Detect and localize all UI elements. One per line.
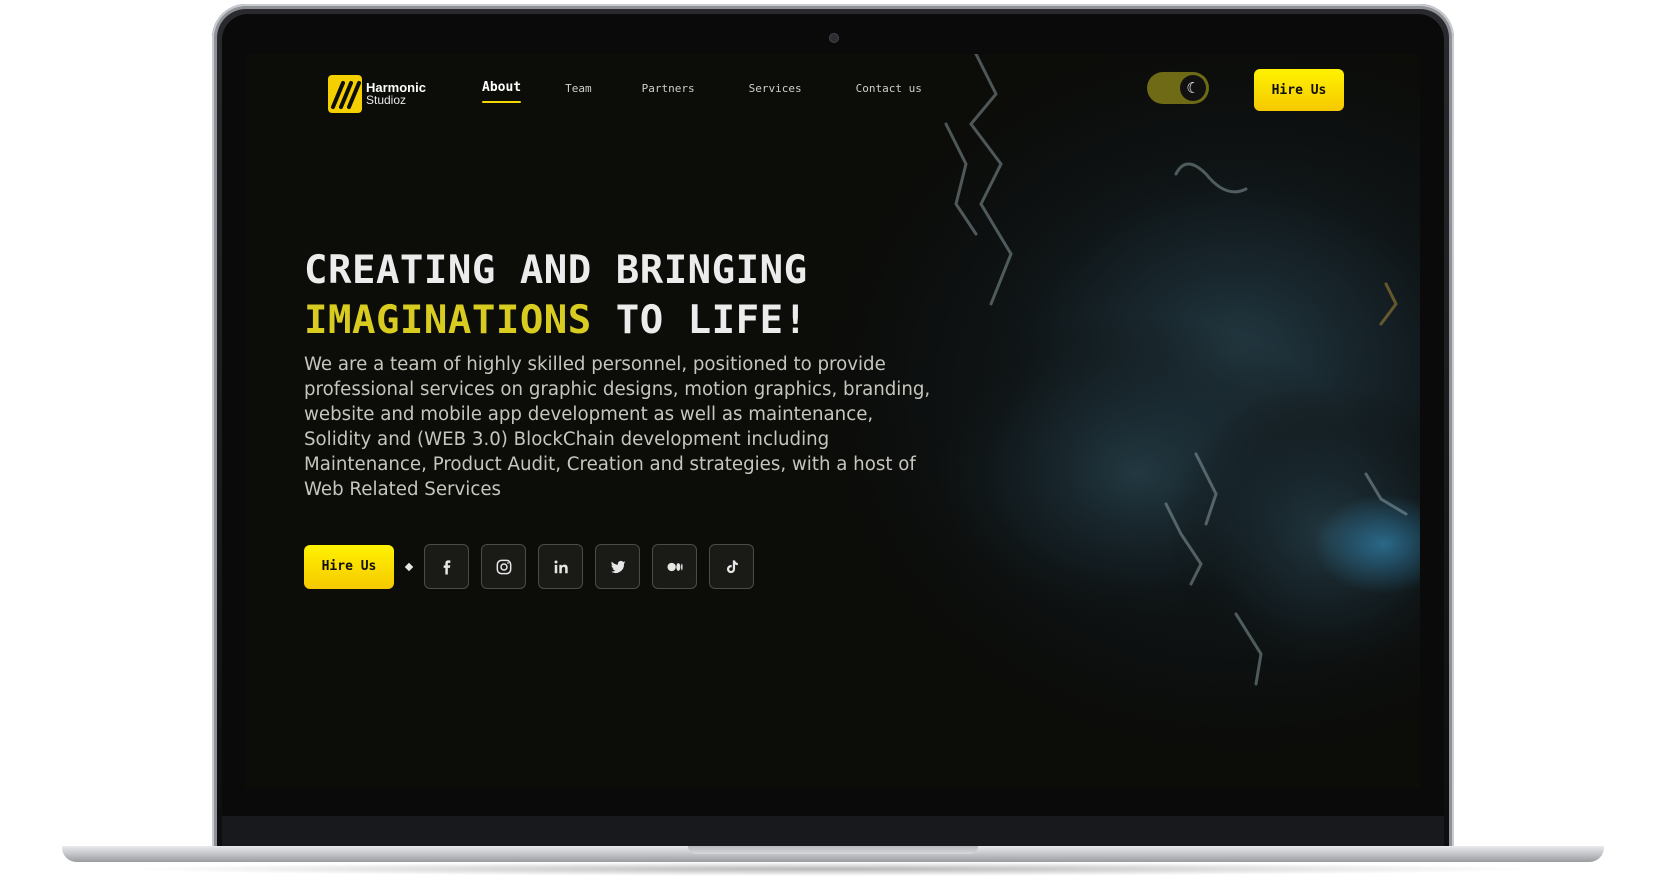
nav-link-about[interactable]: About	[482, 80, 522, 103]
hero-description: We are a team of highly skilled personne…	[304, 354, 931, 500]
screen-bottom-bezel	[222, 816, 1444, 846]
nav-link-team[interactable]: Team	[565, 82, 592, 97]
laptop-base-notch	[688, 846, 978, 854]
headline-line2: TO LIFE!	[591, 298, 808, 343]
nav-link-contact[interactable]: Contact us	[856, 82, 922, 97]
website-screen: Harmonic Studioz About Team Partners Ser…	[246, 54, 1420, 788]
twitter-button[interactable]	[595, 544, 640, 589]
tiktok-button[interactable]	[709, 544, 754, 589]
theme-toggle[interactable]: ☾	[1147, 72, 1209, 104]
facebook-button[interactable]	[424, 544, 469, 589]
medium-icon	[667, 562, 683, 571]
hero-actions: Hire Us	[304, 544, 754, 589]
separator-dot	[404, 562, 414, 571]
headline-line1: CREATING AND BRINGING	[304, 248, 808, 293]
nav-link-partners[interactable]: Partners	[642, 82, 695, 97]
logo-name-line2: Studioz	[366, 93, 407, 107]
hire-us-header-button[interactable]: Hire Us	[1254, 69, 1344, 111]
instagram-button[interactable]	[481, 544, 526, 589]
moon-icon: ☾	[1180, 75, 1206, 101]
medium-button[interactable]	[652, 544, 697, 589]
hero-headline: CREATING AND BRINGING IMAGINATIONS TO LI…	[304, 246, 808, 346]
headline-highlight: IMAGINATIONS	[304, 298, 592, 343]
facebook-icon	[443, 559, 450, 574]
webcam-dot	[829, 33, 839, 43]
nav-link-services[interactable]: Services	[749, 82, 802, 97]
linkedin-icon	[554, 560, 568, 573]
hire-us-hero-button[interactable]: Hire Us	[304, 544, 394, 589]
logo-mark-icon	[328, 75, 362, 113]
brand-logo[interactable]: Harmonic Studioz	[328, 75, 426, 113]
tiktok-icon	[726, 559, 738, 573]
linkedin-button[interactable]	[538, 544, 583, 589]
twitter-icon	[610, 560, 625, 573]
instagram-icon	[496, 559, 511, 574]
laptop-shadow	[120, 862, 1546, 876]
main-nav: About Team Partners Services Contact us	[482, 80, 922, 103]
social-links	[424, 544, 754, 589]
